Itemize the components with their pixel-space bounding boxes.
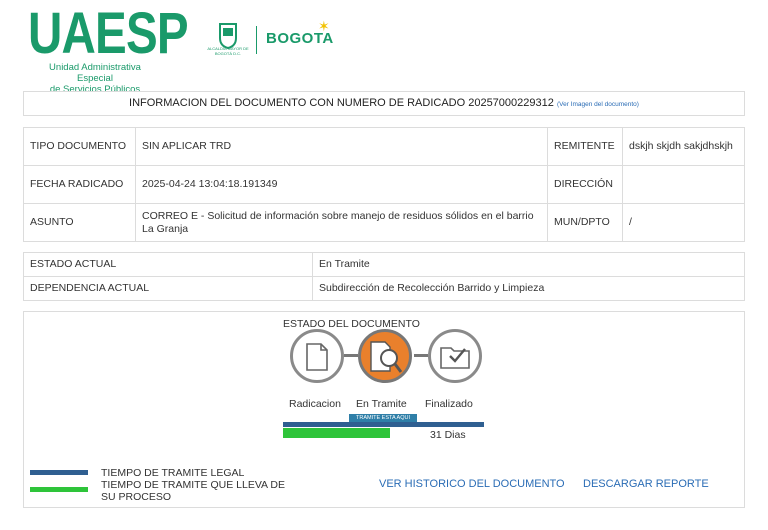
direccion-value (622, 165, 745, 204)
asunto-value: CORREO E - Solicitud de información sobr… (135, 203, 548, 242)
stage-finalizado (428, 329, 482, 383)
legend-elapsed-line1: TIEMPO DE TRAMITE QUE LLEVA DE (101, 479, 285, 491)
document-title-bar: INFORMACION DEL DOCUMENTO CON NUMERO DE … (23, 91, 745, 116)
descargar-reporte-link[interactable]: DESCARGAR REPORTE (583, 478, 709, 490)
logo-subtitle-line1: Unidad Administrativa Especial (49, 62, 141, 84)
estado-label: ESTADO ACTUAL (23, 252, 313, 277)
stage-en-tramite (358, 329, 412, 383)
uaesp-logo: UAESP (28, 1, 189, 66)
stage-radicacion (290, 329, 344, 383)
document-title: INFORMACION DEL DOCUMENTO CON NUMERO DE … (129, 97, 554, 109)
stage-label-finalizado: Finalizado (425, 398, 473, 410)
legal-time-bar (283, 422, 484, 427)
remitente-label: REMITENTE (547, 127, 623, 166)
document-info-table: TIPO DOCUMENTO SIN APLICAR TRD REMITENTE… (23, 127, 745, 242)
stage-label-en-tramite: En Tramite (356, 398, 407, 410)
remitente-value: dskjh skjdh sakjdhskjh (622, 127, 745, 166)
legend-legal-label: TIEMPO DE TRAMITE LEGAL (101, 467, 245, 479)
star-icon: ✶ (318, 18, 330, 34)
current-stage-tag: TRAMITE ESTA AQUI (349, 414, 417, 422)
fecha-label: FECHA RADICADO (23, 165, 136, 204)
header-divider (256, 26, 257, 54)
direccion-label: DIRECCIÓN (547, 165, 623, 204)
legend-elapsed-swatch (30, 487, 88, 492)
fecha-value: 2025-04-24 13:04:18.191349 (135, 165, 548, 204)
stage-label-radicacion: Radicacion (289, 398, 341, 410)
legend-legal-swatch (30, 470, 88, 475)
dependencia-value: Subdirección de Recolección Barrido y Li… (312, 276, 745, 301)
status-table: ESTADO ACTUAL En Tramite DEPENDENCIA ACT… (23, 252, 745, 301)
view-document-image-link[interactable]: (Ver Imagen del documento) (557, 101, 639, 108)
legend-elapsed-line2: SU PROCESO (101, 491, 172, 503)
folder-check-icon (440, 347, 470, 369)
mun-value: / (622, 203, 745, 242)
elapsed-time-bar (283, 428, 390, 438)
tipo-value: SIN APLICAR TRD (135, 127, 548, 166)
status-heading: ESTADO DEL DOCUMENTO (283, 318, 420, 330)
stage-connector-1 (344, 354, 358, 357)
legend-elapsed-label: TIEMPO DE TRAMITE QUE LLEVA DE SU PROCES… (101, 479, 285, 503)
tipo-label: TIPO DOCUMENTO (23, 127, 136, 166)
days-count: 31 Dias (430, 429, 466, 441)
stage-connector-2 (414, 354, 428, 357)
document-icon (306, 343, 328, 371)
asunto-label: ASUNTO (23, 203, 136, 242)
dependencia-label: DEPENDENCIA ACTUAL (23, 276, 313, 301)
mun-label: MUN/DPTO (547, 203, 623, 242)
document-search-icon (370, 341, 403, 373)
alcaldia-text: ALCALDÍA MAYOR DE BOGOTÁ D.C. (207, 46, 249, 56)
ver-historico-link[interactable]: VER HISTORICO DEL DOCUMENTO (379, 478, 565, 490)
estado-value: En Tramite (312, 252, 745, 277)
